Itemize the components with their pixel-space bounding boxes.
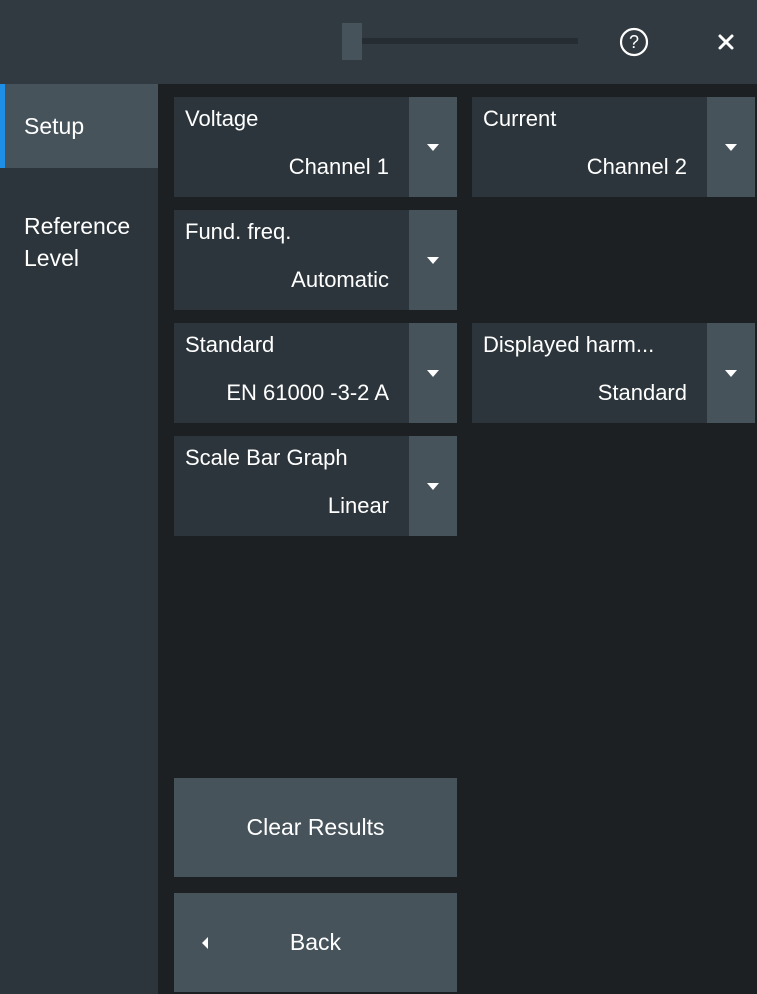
sidebar-item-reference-level[interactable]: Reference Level	[0, 178, 158, 271]
standard-combobox[interactable]: Standard EN 61000 -3-2 A	[174, 323, 457, 423]
displayed-harmonics-value: Standard	[597, 380, 687, 405]
standard-value: EN 61000 -3-2 A	[226, 380, 389, 405]
fund-freq-dropdown-button[interactable]	[409, 210, 457, 310]
back-label: Back	[289, 929, 342, 955]
chevron-down-icon	[427, 143, 439, 151]
transparency-slider-track[interactable]	[342, 38, 578, 44]
current-value: Channel 2	[586, 154, 687, 179]
fund-freq-combobox[interactable]: Fund. freq. Automatic	[174, 210, 457, 310]
help-button[interactable]: ?	[614, 24, 654, 64]
voltage-value: Channel 1	[288, 154, 389, 179]
scale-bar-graph-value: Linear	[327, 493, 389, 518]
chevron-down-icon	[427, 256, 439, 264]
svg-text:?: ?	[629, 32, 639, 52]
standard-label: Standard	[185, 332, 275, 357]
fund-freq-label: Fund. freq.	[185, 219, 292, 244]
displayed-harmonics-combobox[interactable]: Displayed harm... Standard	[472, 323, 755, 423]
back-button[interactable]: Back	[174, 893, 457, 992]
close-icon	[716, 32, 736, 57]
chevron-left-icon	[202, 936, 208, 949]
voltage-dropdown-button[interactable]	[409, 97, 457, 197]
current-combobox[interactable]: Current Channel 2	[472, 97, 755, 197]
dialog-titlebar: ?	[0, 0, 757, 84]
clear-results-button[interactable]: Clear Results	[174, 778, 457, 877]
voltage-label: Voltage	[185, 106, 259, 131]
displayed-harmonics-label: Displayed harm...	[483, 332, 655, 357]
chevron-down-icon	[427, 369, 439, 377]
transparency-slider-thumb[interactable]	[342, 23, 362, 60]
fund-freq-value: Automatic	[291, 267, 389, 292]
chevron-down-icon	[427, 482, 439, 490]
sidebar-item-label: Setup	[24, 113, 85, 139]
chevron-down-icon	[725, 143, 737, 151]
help-circle-icon: ?	[618, 26, 650, 63]
sidebar-item-setup[interactable]: Setup	[0, 84, 158, 168]
standard-dropdown-button[interactable]	[409, 323, 457, 423]
current-dropdown-button[interactable]	[707, 97, 755, 197]
chevron-down-icon	[725, 369, 737, 377]
clear-results-label: Clear Results	[246, 814, 385, 840]
close-button[interactable]	[706, 24, 746, 64]
displayed-harmonics-dropdown-button[interactable]	[707, 323, 755, 423]
sidebar-item-label: Reference Level	[24, 213, 131, 271]
scale-bar-graph-dropdown-button[interactable]	[409, 436, 457, 536]
harmonics-setup-dialog: ? Setup Reference Level Voltage Channel …	[0, 0, 757, 994]
voltage-combobox[interactable]: Voltage Channel 1	[174, 97, 457, 197]
current-label: Current	[483, 106, 557, 131]
scale-bar-graph-combobox[interactable]: Scale Bar Graph Linear	[174, 436, 457, 536]
sidebar-nav: Setup Reference Level	[0, 84, 158, 994]
scale-bar-graph-label: Scale Bar Graph	[185, 445, 348, 470]
